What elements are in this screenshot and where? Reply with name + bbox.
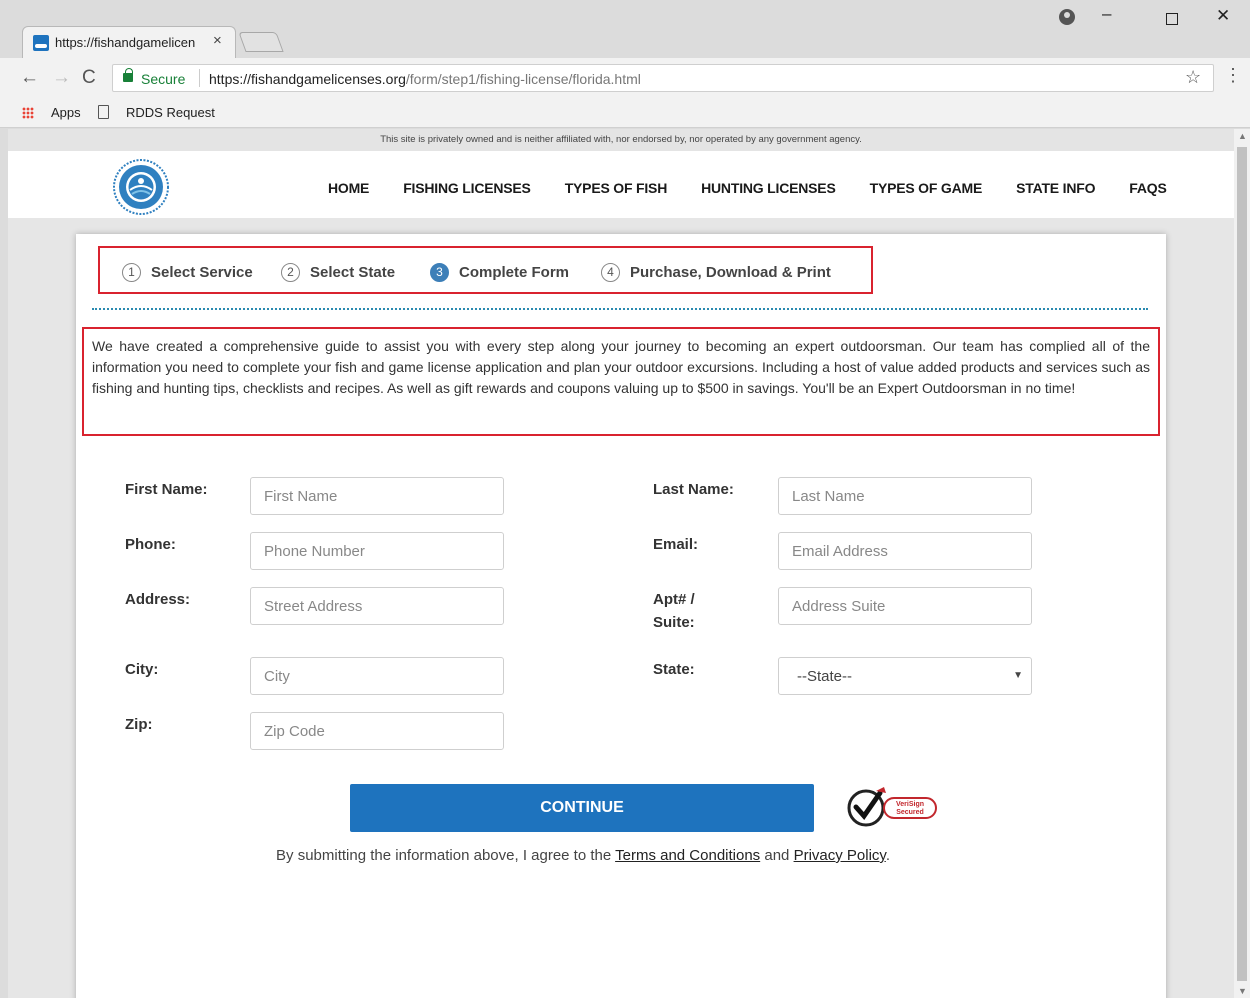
terms-text: By submitting the information above, I a… [76,847,1090,864]
terms-prefix: By submitting the information above, I a… [276,847,616,864]
scrollbar-thumb[interactable] [1237,147,1247,981]
verisign-seal-icon: VeriSign Secured [847,787,937,827]
state-select[interactable]: --State-- ▼ [778,657,1032,695]
disclaimer-bar: This site is privately owned and is neit… [8,129,1234,151]
street-address-input[interactable] [250,587,504,625]
tab-close-icon[interactable]: × [213,32,222,49]
city-input[interactable] [250,657,504,695]
url-separator [199,69,200,87]
bookmarks-bar: Apps RDDS Request [0,98,1250,128]
intro-text: We have created a comprehensive guide to… [92,338,1150,396]
nav-state-info[interactable]: STATE INFO [1016,180,1095,196]
step-number: 2 [281,263,300,282]
back-arrow-icon[interactable]: ← [20,67,39,89]
step-complete-form: 3 Complete Form [430,263,569,282]
progress-steps: 1 Select Service 2 Select State 3 Comple… [98,246,873,294]
site-header: HOME FISHING LICENSES TYPES OF FISH HUNT… [8,151,1234,218]
dotted-divider [92,308,1148,310]
phone-label: Phone: [125,536,176,553]
svg-text:VeriSign: VeriSign [896,801,924,808]
new-tab-button[interactable] [238,32,284,52]
step-select-service: 1 Select Service [122,263,253,282]
apps-grid-icon[interactable] [22,107,34,119]
svg-text:Secured: Secured [896,809,924,816]
phone-input[interactable] [250,532,504,570]
browser-titlebar: https://fishandgamelicen × – ✕ [0,0,1250,58]
step-label: Select State [310,264,396,281]
intro-box: We have created a comprehensive guide to… [82,327,1160,436]
browser-menu-icon[interactable]: ⋮ [1224,66,1242,84]
page-viewport: This site is privately owned and is neit… [8,129,1234,998]
privacy-policy-link[interactable]: Privacy Policy [794,847,886,864]
bookmark-rdds-request[interactable]: RDDS Request [126,105,215,120]
step-label: Complete Form [459,264,570,281]
url-text[interactable]: https://fishandgamelicenses.org/form/ste… [209,71,641,87]
address-label: Address: [125,591,191,608]
tab-title: https://fishandgamelicen [55,35,196,50]
last-name-input[interactable] [778,477,1032,515]
step-label: Purchase, Download & Print [630,264,831,281]
step-number: 1 [122,263,141,282]
browser-tab[interactable]: https://fishandgamelicen × [22,26,236,58]
maximize-icon[interactable] [1166,13,1178,25]
nav-faqs[interactable]: FAQS [1129,180,1167,196]
nav-fishing-licenses[interactable]: FISHING LICENSES [403,180,531,196]
zip-label: Zip: [125,716,153,733]
step-purchase-download-print: 4 Purchase, Download & Print [601,263,831,282]
suite-label: Apt# / Suite: [653,588,695,634]
secure-label: Secure [141,71,186,87]
bookmark-apps[interactable]: Apps [51,105,81,120]
site-logo-icon[interactable] [111,159,171,215]
step-label: Select Service [151,264,253,281]
zip-input[interactable] [250,712,504,750]
terms-and: and [760,847,794,864]
terms-link[interactable]: Terms and Conditions [615,847,760,864]
address-bar[interactable]: Secure https://fishandgamelicenses.org/f… [112,64,1214,92]
browser-toolbar: ← → C Secure https://fishandgamelicenses… [0,58,1250,98]
step-number: 4 [601,263,620,282]
first-name-input[interactable] [250,477,504,515]
form-card: 1 Select Service 2 Select State 3 Comple… [76,234,1166,998]
url-path: /form/step1/fishing-license/florida.html [405,71,641,87]
first-name-label: First Name: [125,481,208,498]
terms-suffix: . [885,847,890,864]
page-scrollbar[interactable]: ▲ ▼ [1234,129,1250,998]
nav-types-of-game[interactable]: TYPES OF GAME [870,180,983,196]
city-label: City: [125,661,159,678]
step-select-state: 2 Select State [281,263,395,282]
page-icon [98,105,109,119]
nav-types-of-fish[interactable]: TYPES OF FISH [565,180,668,196]
nav-hunting-licenses[interactable]: HUNTING LICENSES [701,180,836,196]
reload-icon[interactable]: C [82,67,96,89]
state-label: State: [653,661,695,678]
nav-home[interactable]: HOME [328,180,369,196]
scroll-down-icon[interactable]: ▼ [1238,986,1247,996]
email-label: Email: [653,536,699,553]
dropdown-caret-icon: ▼ [1013,670,1023,681]
main-nav: HOME FISHING LICENSES TYPES OF FISH HUNT… [328,180,1201,196]
minimize-icon[interactable]: – [1102,4,1111,24]
forward-arrow-icon[interactable]: → [52,67,71,89]
scroll-up-icon[interactable]: ▲ [1238,131,1247,141]
email-input[interactable] [778,532,1032,570]
last-name-label: Last Name: [653,481,734,498]
account-icon[interactable] [1059,9,1075,25]
suite-label-line2: Suite: [653,614,695,631]
suite-label-line1: Apt# / [653,591,695,608]
url-host: https://fishandgamelicenses.org [209,71,406,87]
step-number: 3 [430,263,449,282]
bookmark-star-icon[interactable]: ☆ [1185,67,1201,88]
lock-icon [123,68,133,82]
window-close-icon[interactable]: ✕ [1216,6,1230,26]
suite-input[interactable] [778,587,1032,625]
continue-button[interactable]: CONTINUE [350,784,814,832]
state-select-value: --State-- [797,668,853,685]
site-favicon-icon [33,35,49,51]
